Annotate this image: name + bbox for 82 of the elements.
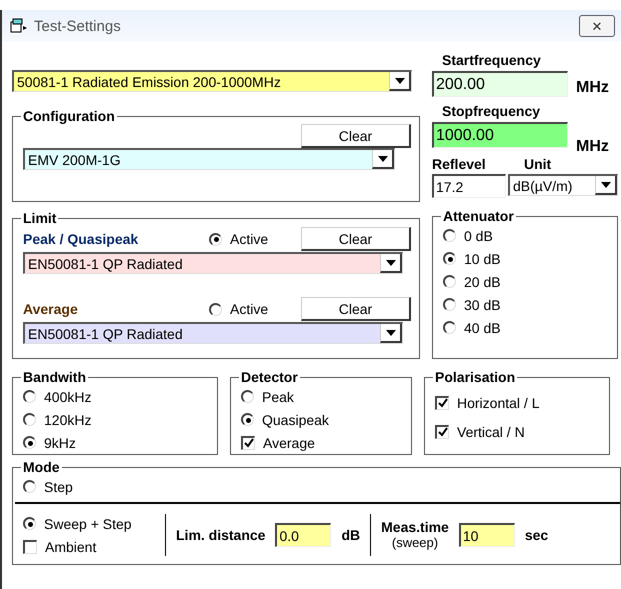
caret-icon [386,260,396,266]
option-label: Horizontal / L [457,394,540,410]
radio-button[interactable] [23,413,36,426]
option-label: Active [230,301,268,317]
input-field[interactable]: 0.0 [275,523,332,547]
checkbox[interactable] [435,396,449,410]
checkbox[interactable] [241,436,255,450]
option-label: Vertical / N [457,424,525,440]
option-label: Ambient [45,538,96,554]
radio-button[interactable] [443,275,456,288]
radio-button[interactable] [241,413,254,426]
option-label: 10 dB [464,250,501,266]
caret-icon [600,182,610,188]
input-field[interactable]: 17.2 [432,174,506,198]
radio-button[interactable] [443,298,456,311]
dropdown-field[interactable]: EMV 200M-1G [23,148,395,170]
clear-button[interactable]: Clear [301,124,411,148]
dropdown-field[interactable]: 50081-1 Radiated Emission 200-1000MHz [12,70,412,92]
radio-button[interactable] [209,232,222,246]
unit-label: MHz [576,138,609,156]
radio-button[interactable] [443,229,456,242]
radio-button[interactable] [23,480,36,493]
checkbox[interactable] [23,540,37,554]
option-label: Step [44,478,73,494]
radio-button[interactable] [209,302,222,316]
option-label: 0 dB [464,228,493,244]
dropdown-field[interactable]: dB(µV/m) [508,174,618,196]
radio-button[interactable] [23,517,36,530]
group-title: Bandwith [22,369,87,385]
field-label: Reflevel [432,156,487,172]
caret-icon [386,330,396,336]
dropdown-field[interactable]: EN50081-1 QP Radiated [23,252,403,274]
option-label: Quasipeak [262,412,329,428]
clear-button[interactable]: Clear [301,297,411,321]
dropdown-arrow-button[interactable] [380,254,402,273]
radio-button[interactable] [23,390,36,403]
caret-icon [394,78,404,84]
unit-label: dB [341,527,360,543]
option-label: 120kHz [44,412,92,428]
field-label: Stopfrequency [442,103,542,119]
option-label: 20 dB [464,274,501,290]
group-title: Polarisation [434,369,516,385]
option-label: Average [263,434,315,450]
limit-label: Average [23,301,79,317]
option-label: Active [230,231,268,247]
clear-button[interactable]: Clear [301,227,411,251]
dropdown-arrow-button[interactable] [595,176,617,195]
close-button[interactable]: ✕ [579,15,615,37]
unit-label: MHz [576,79,609,97]
field-label: Startfrequency [442,52,542,68]
field-label: Lim. distance [176,527,266,543]
group-title: Limit [22,210,58,226]
group-title: Attenuator [442,208,515,224]
dropdown-arrow-button[interactable] [380,324,402,343]
dropdown-field[interactable]: EN50081-1 QP Radiated [23,322,403,344]
checkbox[interactable] [435,424,449,438]
radio-button[interactable] [443,252,456,265]
input-field[interactable]: 1000.00 [432,122,568,148]
group-title: Detector [240,369,299,385]
option-label: Sweep + Step [44,516,132,532]
window-title: Test-Settings [34,18,122,34]
input-field[interactable]: 10 [458,523,515,547]
option-label: 9kHz [44,434,76,450]
field-label: Unit [524,156,552,172]
radio-button[interactable] [241,390,254,403]
dropdown-arrow-button[interactable] [372,150,394,169]
option-label: 30 dB [464,296,501,312]
option-label: 400kHz [44,388,92,404]
input-field[interactable]: 200.00 [432,71,568,97]
field-label: Meas.time [381,519,449,535]
radio-button[interactable] [443,321,456,334]
group-title: Configuration [22,108,116,124]
option-label: Peak [262,388,294,404]
window-icon [10,18,28,34]
limit-label: Peak / Quasipeak [23,231,140,247]
caret-icon [378,156,388,162]
group-title: Mode [22,459,61,475]
option-label: 40 dB [464,320,501,336]
field-sublabel: (sweep) [392,535,438,551]
unit-label: sec [524,527,548,543]
dropdown-arrow-button[interactable] [389,72,411,91]
radio-button[interactable] [23,436,36,449]
